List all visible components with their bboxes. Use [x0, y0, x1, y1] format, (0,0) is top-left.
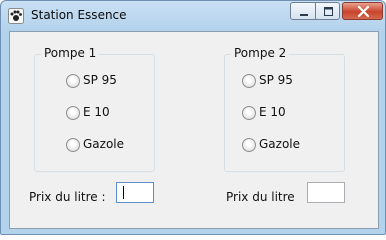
radio-button[interactable]	[66, 138, 80, 152]
pompe1-price-label: Prix du litre :	[29, 190, 106, 204]
pompe2-title: Pompe 2	[231, 46, 290, 60]
pompe2-groupbox: Pompe 2 SP 95 E 10 Gazole	[224, 46, 345, 172]
title-bar[interactable]: Station Essence	[1, 1, 385, 31]
radio-button[interactable]	[66, 106, 80, 120]
pompe1-price-input[interactable]	[116, 182, 154, 203]
radio-label: E 10	[83, 105, 110, 119]
radio-button[interactable]	[242, 74, 256, 88]
radio-label: E 10	[259, 105, 286, 119]
minimize-icon	[300, 14, 308, 16]
window-title: Station Essence	[31, 8, 127, 22]
radio-button[interactable]	[242, 106, 256, 120]
pompe1-groupbox: Pompe 1 SP 95 E 10 Gazole	[34, 46, 155, 172]
close-button[interactable]	[342, 2, 383, 20]
radio-button[interactable]	[66, 74, 80, 88]
radio-label: SP 95	[259, 73, 293, 87]
pompe2-price-input[interactable]	[307, 182, 345, 203]
radio-button[interactable]	[242, 138, 256, 152]
app-window: Station Essence Pompe 1 SP 95 E 10 Gazol…	[0, 0, 386, 235]
pompe1-title: Pompe 1	[41, 46, 100, 60]
client-area: Pompe 1 SP 95 E 10 Gazole Pompe 2 SP 95	[9, 31, 379, 229]
radio-label: Gazole	[259, 137, 301, 151]
radio-label: Gazole	[83, 137, 125, 151]
maximize-icon	[324, 7, 333, 16]
close-icon	[357, 5, 370, 18]
pompe2-price-label: Prix du litre	[226, 190, 295, 204]
minimize-button[interactable]	[290, 2, 316, 20]
app-icon[interactable]	[8, 8, 24, 24]
text-caret	[123, 186, 124, 199]
maximize-button[interactable]	[315, 2, 340, 20]
radio-label: SP 95	[83, 73, 117, 87]
